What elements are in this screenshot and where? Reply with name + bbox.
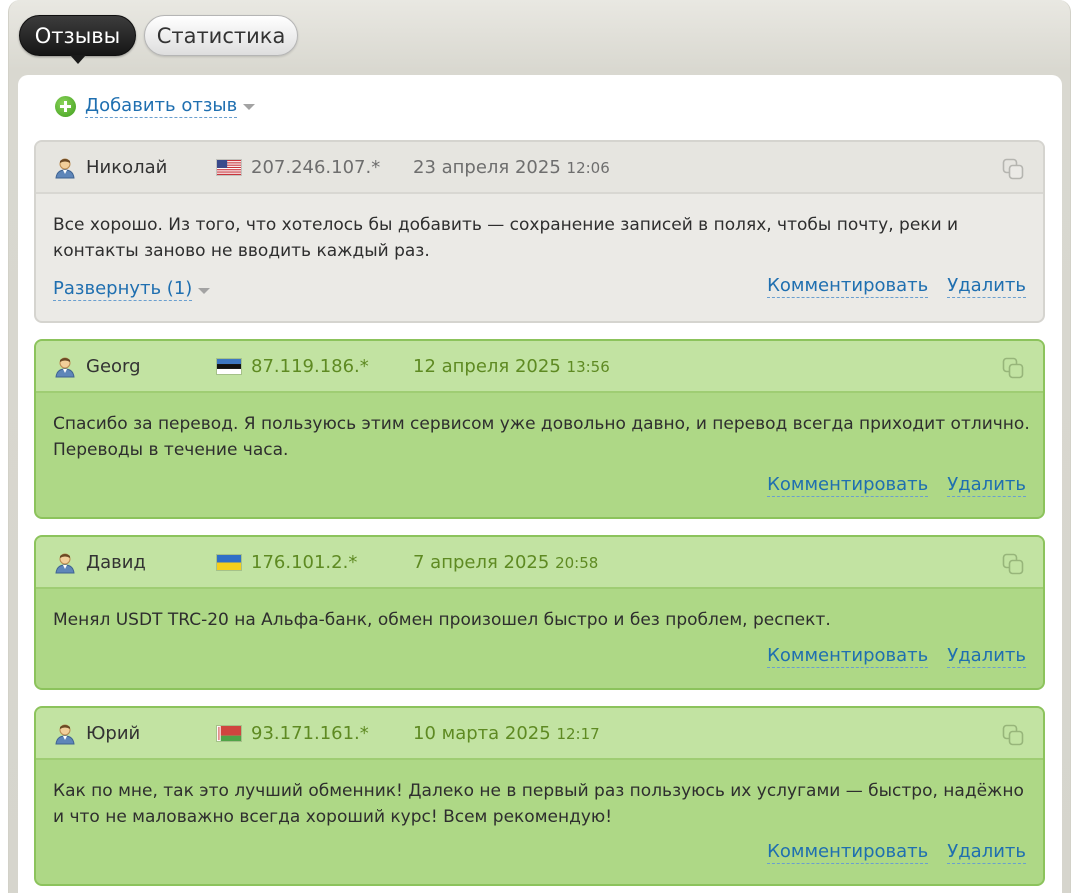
delete-button[interactable]: Удалить (947, 841, 1026, 864)
review-header: Давид 176.101.2.* 7 апреля 2025 20:58 (36, 537, 1043, 589)
review-author: Николай (86, 157, 168, 178)
copy-icon[interactable] (1001, 356, 1025, 380)
review-time: 12:06 (566, 159, 610, 177)
flag-us-icon (216, 159, 242, 176)
comment-button[interactable]: Комментировать (767, 275, 929, 298)
add-review-button[interactable]: Добавить отзыв (55, 93, 256, 119)
chevron-down-icon (198, 287, 211, 294)
review-card: Давид 176.101.2.* 7 апреля 2025 20:58 Ме… (34, 535, 1045, 690)
delete-button[interactable]: Удалить (947, 645, 1026, 668)
review-time: 20:58 (555, 554, 599, 572)
review-header: Georg 87.119.186.* 12 апреля 2025 13:56 (36, 341, 1043, 393)
review-date-text: 7 апреля 2025 (413, 552, 550, 573)
delete-button[interactable]: Удалить (947, 275, 1026, 298)
review-ip: 207.246.107.* (251, 157, 381, 178)
flag-ua-icon (216, 554, 242, 571)
review-text: Как по мне, так это лучший обменник! Дал… (53, 781, 1024, 827)
review-date: 12 апреля 2025 13:56 (413, 356, 610, 377)
review-text: Менял USDT TRC-20 на Альфа-банк, обмен п… (53, 610, 831, 630)
copy-icon[interactable] (1001, 157, 1025, 181)
review-text: Все хорошо. Из того, что хотелось бы доб… (53, 215, 959, 261)
comment-button[interactable]: Комментировать (767, 645, 929, 668)
review-card: Georg 87.119.186.* 12 апреля 2025 13:56 … (34, 339, 1045, 519)
flag-ee-icon (216, 358, 242, 375)
expand-button[interactable]: Развернуть (1) (53, 278, 211, 301)
comment-button[interactable]: Комментировать (767, 841, 929, 864)
review-ip: 87.119.186.* (251, 356, 369, 377)
review-date-text: 23 апреля 2025 (413, 157, 561, 178)
review-author: Давид (86, 552, 146, 573)
review-author: Georg (86, 356, 141, 377)
review-header: Николай 207.246.107.* 23 апреля 2025 12:… (36, 142, 1043, 194)
review-ip: 176.101.2.* (251, 552, 358, 573)
review-time: 12:17 (556, 725, 600, 743)
copy-icon[interactable] (1001, 552, 1025, 576)
user-icon (55, 724, 75, 745)
copy-icon[interactable] (1001, 723, 1025, 747)
review-date-text: 12 апреля 2025 (413, 356, 561, 377)
review-date: 10 марта 2025 12:17 (413, 723, 600, 744)
review-ip: 93.171.161.* (251, 723, 369, 744)
add-review-label: Добавить отзыв (85, 94, 238, 118)
review-date: 23 апреля 2025 12:06 (413, 157, 610, 178)
flag-by-icon (216, 725, 242, 742)
review-time: 13:56 (566, 358, 610, 376)
review-card: Николай 207.246.107.* 23 апреля 2025 12:… (34, 140, 1045, 323)
user-icon (55, 357, 75, 378)
review-header: Юрий 93.171.161.* 10 марта 2025 12:17 (36, 708, 1043, 760)
review-actions: Комментировать Удалить (767, 645, 1026, 668)
user-icon (55, 158, 75, 179)
tab-statistics[interactable]: Статистика (144, 15, 298, 56)
user-icon (55, 553, 75, 574)
tab-reviews[interactable]: Отзывы (19, 15, 136, 64)
plus-circle-icon (55, 95, 76, 117)
review-date: 7 апреля 2025 20:58 (413, 552, 598, 573)
delete-button[interactable]: Удалить (947, 474, 1026, 497)
review-date-text: 10 марта 2025 (413, 723, 551, 744)
chevron-down-icon (243, 104, 256, 110)
review-text: Спасибо за перевод. Я пользуюсь этим сер… (53, 414, 1030, 460)
review-author: Юрий (86, 723, 141, 744)
review-actions: Комментировать Удалить (767, 474, 1026, 497)
review-actions: Комментировать Удалить (767, 275, 1026, 298)
comment-button[interactable]: Комментировать (767, 474, 929, 497)
expand-label: Развернуть (1) (53, 278, 193, 301)
review-card: Юрий 93.171.161.* 10 марта 2025 12:17 Ка… (34, 706, 1045, 886)
review-actions: Комментировать Удалить (767, 841, 1026, 864)
